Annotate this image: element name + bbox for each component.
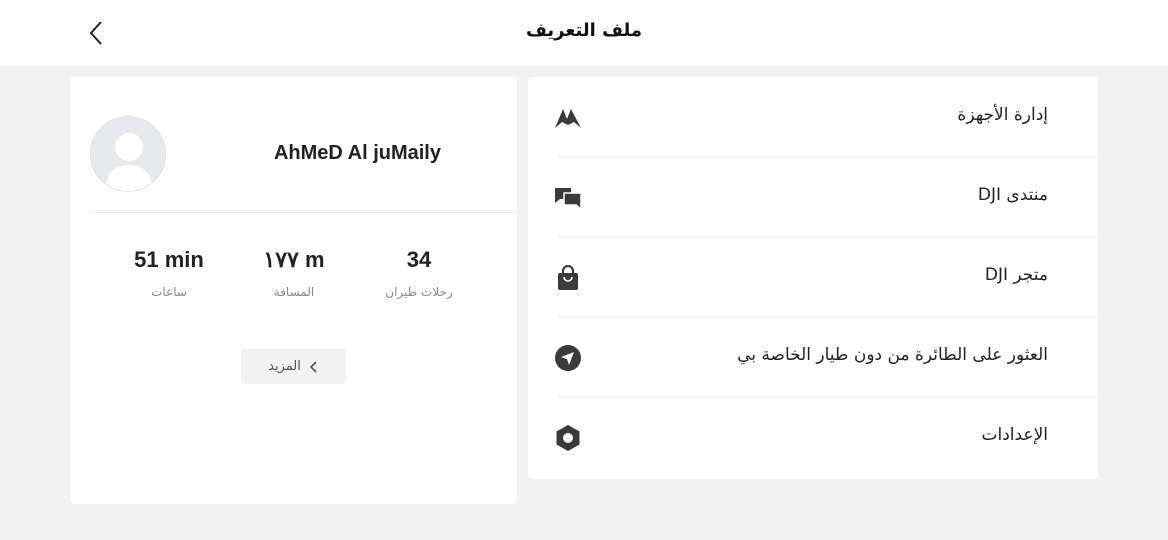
menu-item-device-management[interactable]: إدارة الأجهزة: [528, 77, 1098, 157]
avatar[interactable]: [90, 116, 166, 192]
menu-item-label: إدارة الأجهزة: [957, 105, 1048, 125]
menu-item-settings[interactable]: الإعدادات: [528, 397, 1098, 477]
profile-card: AhMeD Al juMaily 51 min ساعات ١٧٧ m المس…: [70, 77, 517, 504]
menu-item-dji-store[interactable]: متجر DJI: [528, 237, 1098, 317]
stat-distance-label: المسافة: [273, 285, 315, 299]
page-title: ملف التعريف: [525, 20, 643, 41]
store-bag-icon: [554, 264, 582, 292]
stat-hours: 51 min ساعات: [99, 245, 239, 299]
menu-item-find-my-drone[interactable]: العثور على الطائرة من دون طيار الخاصة بي: [528, 317, 1098, 397]
device-management-icon: [554, 104, 582, 132]
stat-hours-label: ساعات: [151, 285, 187, 299]
menu-item-label: منتدى DJI: [977, 185, 1048, 205]
user-placeholder-icon: [105, 133, 153, 191]
menu-item-label: متجر DJI: [984, 265, 1048, 285]
stat-flights-value: 34: [406, 247, 432, 272]
menu-item-label: العثور على الطائرة من دون طيار الخاصة بي: [737, 345, 1048, 365]
stat-hours-value: 51 min: [134, 247, 204, 272]
forum-chat-icon: [554, 184, 582, 212]
stat-flights-label: رحلات طيران: [385, 285, 453, 299]
find-drone-compass-icon: [554, 344, 582, 372]
menu-item-label: الإعدادات: [981, 425, 1048, 445]
top-bar: ملف التعريف: [0, 0, 1168, 66]
menu-item-dji-forum[interactable]: منتدى DJI: [528, 157, 1098, 237]
menu-list: إدارة الأجهزة منتدى DJI متجر DJI العثور …: [528, 77, 1098, 479]
more-button-label: المزيد: [268, 359, 301, 374]
divider: [90, 212, 517, 213]
stat-flights: 34 رحلات طيران: [349, 245, 489, 299]
more-button[interactable]: المزيد: [241, 349, 346, 384]
chevron-left-icon: [309, 360, 317, 373]
stat-distance: ١٧٧ m المسافة: [224, 245, 364, 299]
username: AhMeD Al juMaily: [273, 142, 441, 164]
stat-distance-value: ١٧٧ m: [263, 247, 325, 272]
settings-hex-icon: [554, 424, 582, 452]
